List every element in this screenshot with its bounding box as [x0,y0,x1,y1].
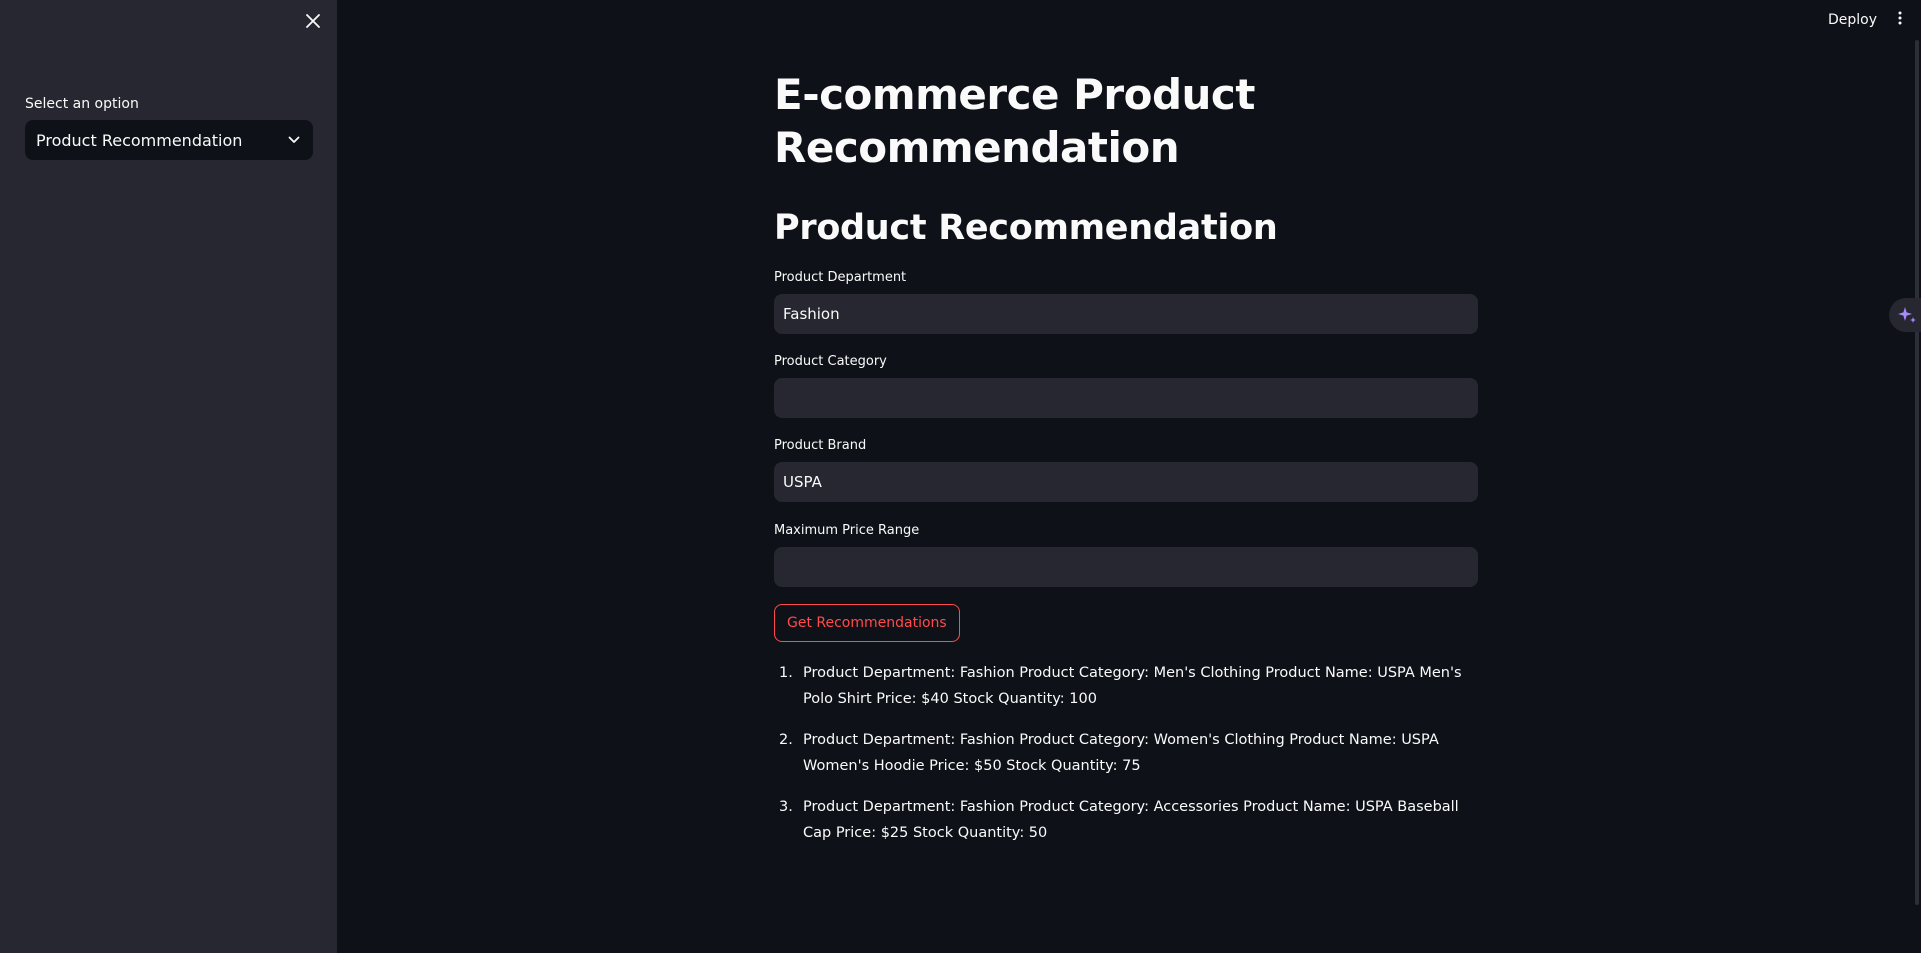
option-select-value: Product Recommendation [36,130,243,150]
max-price-input[interactable] [774,547,1478,587]
list-item-text: Product Department: Fashion Product Cate… [803,799,1459,841]
page-title: E-commerce Product Recommendation [774,70,1255,172]
deploy-button[interactable]: Deploy [1820,8,1885,32]
category-label: Product Category [774,354,887,369]
category-input[interactable] [774,378,1478,418]
more-menu-icon[interactable] [1892,8,1908,28]
max-price-label: Maximum Price Range [774,523,920,538]
sparkle-icon[interactable] [1889,298,1921,332]
close-icon[interactable] [302,10,324,32]
department-input[interactable] [774,294,1478,334]
sidebar: Select an option Product Recommendation [0,0,337,953]
department-label: Product Department [774,270,907,285]
brand-label: Product Brand [774,438,867,453]
list-item-number: 1. [779,665,793,681]
list-item-number: 3. [779,799,793,815]
option-select[interactable]: Product Recommendation [25,120,313,160]
list-item: 3. Product Department: Fashion Product C… [774,794,1478,846]
list-item-number: 2. [779,732,793,748]
select-label: Select an option [25,96,139,112]
list-item: 2. Product Department: Fashion Product C… [774,727,1478,779]
brand-input[interactable] [774,462,1478,502]
list-item-text: Product Department: Fashion Product Cate… [803,665,1462,707]
get-recommendations-button[interactable]: Get Recommendations [774,604,960,642]
list-item-text: Product Department: Fashion Product Cate… [803,732,1439,774]
scrollbar[interactable] [1915,40,1919,905]
app-root: Select an option Product Recommendation … [0,0,1921,953]
recommendation-list: 1. Product Department: Fashion Product C… [774,660,1478,861]
list-item: 1. Product Department: Fashion Product C… [774,660,1478,712]
chevron-down-icon [286,132,302,148]
section-title: Product Recommendation [774,208,1278,248]
